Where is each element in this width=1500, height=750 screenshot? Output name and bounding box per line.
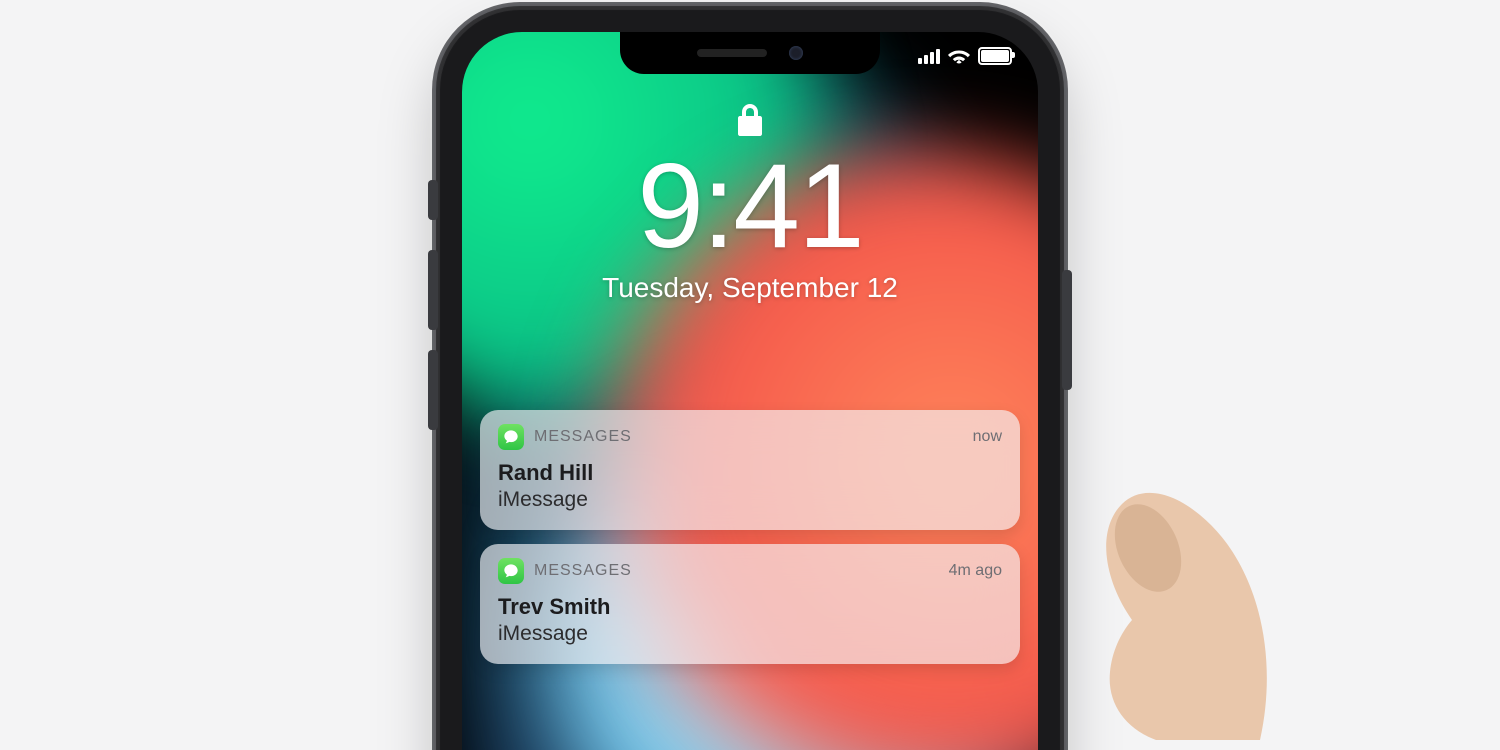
iphone-device: 9:41 Tuesday, September 12 MESSAGES now … (440, 10, 1060, 750)
earpiece-speaker (697, 49, 767, 57)
notification-timestamp: now (973, 428, 1002, 446)
front-camera-icon (789, 46, 803, 60)
cellular-signal-icon (918, 49, 940, 64)
notification-sender: Trev Smith (498, 594, 1002, 620)
messages-icon (498, 558, 524, 584)
lockscreen-time: 9:41 (637, 146, 863, 266)
notification-timestamp: 4m ago (949, 562, 1002, 580)
notification-body: iMessage (498, 488, 1002, 512)
mute-switch[interactable] (428, 180, 438, 220)
wifi-icon (948, 48, 970, 64)
battery-icon (978, 47, 1012, 65)
notification-sender: Rand Hill (498, 460, 1002, 486)
notification-app-label: MESSAGES (534, 562, 632, 580)
thumb-illustration (1030, 420, 1270, 740)
lock-icon (736, 102, 764, 138)
lockscreen: 9:41 Tuesday, September 12 (462, 102, 1038, 304)
notification-card[interactable]: MESSAGES now Rand Hill iMessage (480, 410, 1020, 530)
display-notch (620, 32, 880, 74)
notification-app-label: MESSAGES (534, 428, 632, 446)
volume-down-button[interactable] (428, 350, 438, 430)
screen: 9:41 Tuesday, September 12 MESSAGES now … (462, 32, 1038, 750)
side-button[interactable] (1062, 270, 1072, 390)
notification-stack: MESSAGES now Rand Hill iMessage MESSAGES… (480, 410, 1020, 664)
volume-up-button[interactable] (428, 250, 438, 330)
notification-card[interactable]: MESSAGES 4m ago Trev Smith iMessage (480, 544, 1020, 664)
notification-body: iMessage (498, 622, 1002, 646)
lockscreen-date: Tuesday, September 12 (602, 272, 898, 304)
messages-icon (498, 424, 524, 450)
